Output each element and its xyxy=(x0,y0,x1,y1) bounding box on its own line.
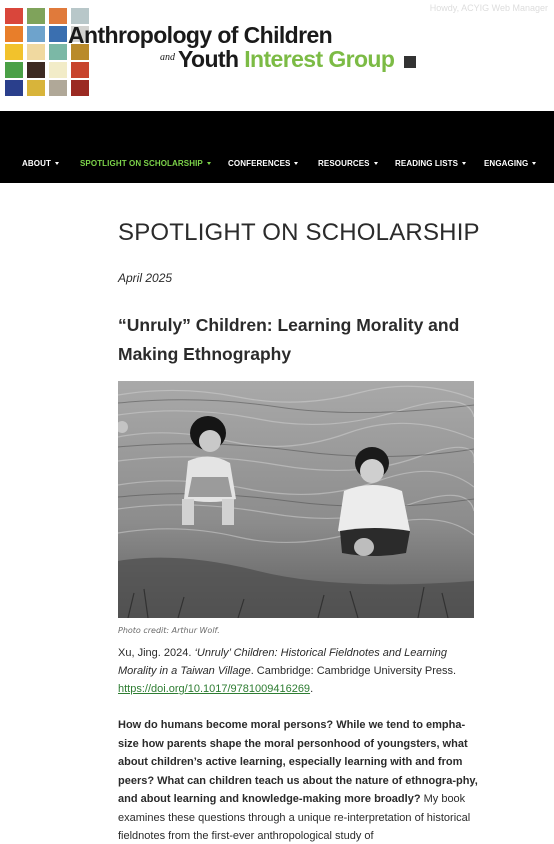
admin-howdy-text[interactable]: Howdy, ACYIG Web Manager xyxy=(430,3,548,13)
chevron-down-icon xyxy=(462,162,467,165)
citation-doi-link[interactable]: https://doi.org/10.1017/9781009416269 xyxy=(118,683,310,695)
chevron-down-icon xyxy=(373,162,378,165)
book-citation: Xu, Jing. 2024. ‘Unruly’ Children: Histo… xyxy=(118,644,478,698)
logo-title-line-1: Anthropology of Children xyxy=(68,22,333,48)
page-title: SPOTLIGHT ON SCHOLARSHIP xyxy=(118,219,480,246)
logo-tile xyxy=(49,44,67,60)
nav-item-spotlight[interactable]: SPOTLIGHT ON SCHOLARSHIP xyxy=(80,159,211,168)
nav-item-resources[interactable]: RESOURCES xyxy=(318,159,378,168)
book-abstract: How do humans become moral persons? Whil… xyxy=(118,716,478,844)
featured-photo xyxy=(118,381,474,618)
logo-and-word: and xyxy=(160,52,175,63)
photo-children-playing-in-sand xyxy=(118,381,474,618)
logo-tile xyxy=(49,62,67,78)
logo-tile xyxy=(27,8,45,24)
logo-tile xyxy=(5,80,23,96)
logo-tile xyxy=(5,8,23,24)
nav-item-label: ENGAGING xyxy=(484,159,529,168)
logo-tile xyxy=(71,80,89,96)
photo-credit: Photo credit: Arthur Wolf. xyxy=(118,626,220,635)
citation-prefix: Xu, Jing. 2024. xyxy=(118,647,195,659)
nav-item-reading-lists[interactable]: READING LISTS xyxy=(395,159,467,168)
logo-tile xyxy=(49,80,67,96)
post-title: “Unruly” Children: Learning Morality and… xyxy=(118,315,460,364)
logo-tile xyxy=(5,26,23,42)
nav-item-conferences[interactable]: CONFERENCES xyxy=(228,159,299,168)
nav-item-label: READING LISTS xyxy=(395,159,459,168)
site-header: Anthropology of Children and Youth Inter… xyxy=(0,0,554,111)
logo-tile xyxy=(27,80,45,96)
logo-tile xyxy=(27,44,45,60)
nav-item-label: RESOURCES xyxy=(318,159,370,168)
main-navigation: ABOUT SPOTLIGHT ON SCHOLARSHIP CONFERENC… xyxy=(0,111,554,183)
logo-title-line-2: Youth Interest Group xyxy=(178,46,395,73)
nav-item-label: ABOUT xyxy=(22,159,51,168)
logo-tile xyxy=(71,62,89,78)
chevron-down-icon xyxy=(294,162,299,165)
logo-tile xyxy=(27,26,45,42)
nav-item-label: SPOTLIGHT ON SCHOLARSHIP xyxy=(80,159,203,168)
nav-item-label: CONFERENCES xyxy=(228,159,291,168)
logo-tile xyxy=(49,26,67,42)
post-date: April 2025 xyxy=(118,271,173,285)
chevron-down-icon xyxy=(532,162,537,165)
logo-youth-word: Youth xyxy=(178,46,239,72)
logo-tile xyxy=(5,62,23,78)
nav-item-about[interactable]: ABOUT xyxy=(22,159,59,168)
citation-end: . xyxy=(310,683,314,695)
nav-item-engaging[interactable]: ENGAGING xyxy=(484,159,537,168)
logo-tile xyxy=(5,44,23,60)
chevron-down-icon xyxy=(54,162,59,165)
logo-square-mark xyxy=(404,56,416,68)
chevron-down-icon xyxy=(206,162,211,165)
logo-interest-group-words: Interest Group xyxy=(238,46,395,72)
citation-publisher: . Cambridge: Cambridge University Press. xyxy=(250,665,457,677)
logo-tile xyxy=(27,62,45,78)
logo-tile xyxy=(49,8,67,24)
